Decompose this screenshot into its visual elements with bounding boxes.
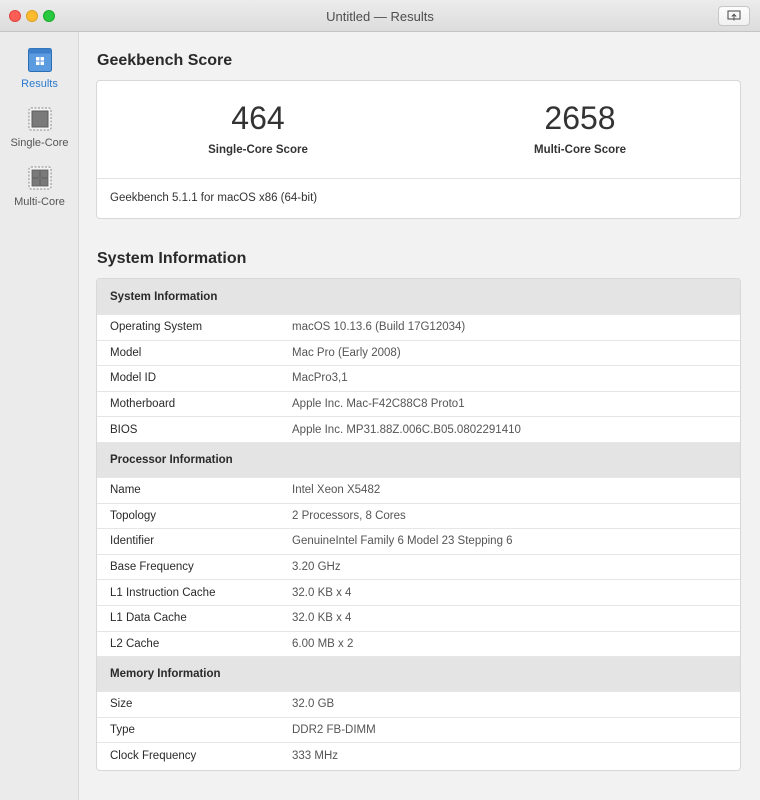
results-icon <box>27 48 52 72</box>
single-core-score-value: 464 <box>231 100 285 136</box>
section-header-processor: Processor Information <box>97 441 740 477</box>
table-row: Model ID MacPro3,1 <box>97 365 740 391</box>
app-window: Untitled — Results Results Single-Core M… <box>0 0 760 800</box>
sidebar-item-label: Multi-Core <box>14 196 65 208</box>
section-header-memory: Memory Information <box>97 656 740 692</box>
geekbench-version: Geekbench 5.1.1 for macOS x86 (64-bit) <box>110 192 318 204</box>
section-header-system: System Information <box>97 279 740 314</box>
title-bar: Untitled — Results <box>0 0 760 32</box>
multi-core-icon <box>28 166 51 190</box>
sidebar-item-label: Results <box>21 78 58 90</box>
table-row: Name Intel Xeon X5482 <box>97 476 740 503</box>
table-row: L1 Instruction Cache 32.0 KB x 4 <box>97 579 740 605</box>
sidebar-item-single-core[interactable]: Single-Core <box>0 106 79 149</box>
table-row: BIOS Apple Inc. MP31.88Z.006C.B05.0802291… <box>97 416 740 442</box>
multi-core-score-value: 2658 <box>544 100 616 136</box>
table-row: Base Frequency 3.20 GHz <box>97 553 740 580</box>
sidebar: Results Single-Core Multi-Core <box>0 32 79 800</box>
share-icon <box>727 10 741 21</box>
table-row: L2 Cache 6.00 MB x 2 <box>97 630 740 657</box>
table-row: Model Mac Pro (Early 2008) <box>97 339 740 366</box>
table-row: Topology 2 Processors, 8 Cores <box>97 502 740 529</box>
table-row: Identifier GenuineIntel Family 6 Model 23… <box>97 528 740 554</box>
sidebar-item-label: Single-Core <box>10 137 69 149</box>
score-card: 464 Single-Core Score 2658 Multi-Core Sc… <box>96 80 741 219</box>
system-section-title: System Information <box>97 250 247 267</box>
sidebar-item-multi-core[interactable]: Multi-Core <box>0 165 79 208</box>
main-content: Geekbench Score 464 Single-Core Score 26… <box>80 32 760 800</box>
multi-core-score: 2658 Multi-Core Score <box>419 99 741 156</box>
score-section-title: Geekbench Score <box>97 52 233 69</box>
single-core-icon <box>28 107 51 131</box>
multi-core-score-label: Multi-Core Score <box>533 144 626 156</box>
table-row: Motherboard Apple Inc. Mac-F42C88C8 Proto… <box>97 390 740 417</box>
table-row: L1 Data Cache 32.0 KB x 4 <box>97 604 740 631</box>
table-row: Clock Frequency 333 MHz <box>97 742 740 768</box>
table-row: Size 32.0 GB <box>97 691 740 717</box>
share-button[interactable] <box>718 6 750 26</box>
window-title: Untitled — Results <box>326 9 434 24</box>
table-row: Operating System macOS 10.13.6 (Build 17G… <box>97 314 740 340</box>
sidebar-item-results[interactable]: Results <box>0 47 79 90</box>
single-core-score: 464 Single-Core Score <box>97 99 419 156</box>
single-core-score-label: Single-Core Score <box>208 144 308 156</box>
divider <box>97 178 740 179</box>
system-info-table: System Information Operating System macOS… <box>96 278 741 771</box>
table-row: Type DDR2 FB-DIMM <box>97 716 740 743</box>
